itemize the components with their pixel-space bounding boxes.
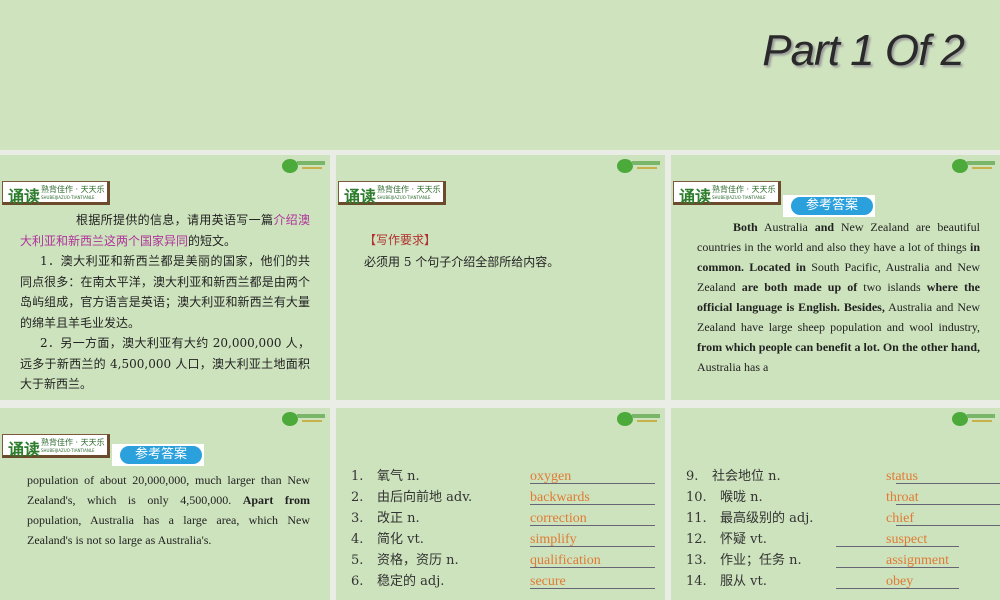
vocab-number: 5.	[351, 553, 364, 568]
vocab-chinese: 最高级别的 adj.	[720, 511, 814, 526]
logo-icon	[952, 412, 996, 426]
vocab-number: 1.	[351, 469, 364, 484]
slide-grid: 诵读 熟背佳作 · 天天乐 SHUBEIJIAZUO·TIANTIANLE 根据所提…	[0, 150, 1000, 600]
vocab-chinese: 简化 vt.	[377, 532, 424, 547]
vocab-row: 5. 资格，资历 n. qualification	[351, 550, 661, 571]
vocab-row: 14. 服从 vt. obey	[686, 571, 996, 592]
slide-thumb-2[interactable]: 诵读 熟背佳作 · 天天乐 SHUBEIJIAZUO·TIANTIANLE 【写作要…	[336, 155, 665, 400]
vocab-chinese: 社会地位 n.	[712, 469, 781, 484]
answer-paragraph: Both Australia and New Zealand are beaut…	[697, 217, 980, 377]
vocab-answer: correction	[530, 511, 587, 526]
slide-thumb-6[interactable]: 9. 社会地位 n. status 10. 喉咙 n. throat 11. 最高级别的 ad…	[671, 408, 1000, 600]
vocab-answer: suspect	[886, 532, 928, 547]
vocab-row: 2. 由后向前地 adv. backwards	[351, 487, 661, 508]
vocab-answer: simplify	[530, 532, 577, 547]
vocab-answer: backwards	[530, 490, 590, 505]
text-segment: Australia has a	[697, 360, 769, 374]
logo-icon	[282, 412, 326, 426]
bold-phrase: Both	[733, 220, 758, 234]
bold-phrase: are both made up of	[741, 280, 858, 294]
reference-answer-label: 参考答案	[783, 195, 875, 217]
logo-icon	[617, 159, 661, 173]
requirement-heading: 【写作要求】	[364, 233, 437, 247]
bold-phrase: Apart from	[242, 493, 310, 507]
vocab-row: 11. 最高级别的 adj. chief	[686, 508, 1000, 529]
task-description: 根据所提供的信息，请用英语写一篇介绍澳大利亚和新西兰这两个国家异同的短文。 1．…	[20, 213, 310, 391]
vocab-row: 13. 作业；任务 n. assignment	[686, 550, 996, 571]
vocab-answer: throat	[886, 490, 919, 505]
vocab-row: 4. 简化 vt. simplify	[351, 529, 661, 550]
vocab-row: 6. 稳定的 adj. secure	[351, 571, 661, 592]
vocab-chinese: 服从 vt.	[720, 574, 767, 589]
logo-icon	[617, 412, 661, 426]
logo-icon	[952, 159, 996, 173]
text-segment: Australia	[757, 220, 815, 234]
vocab-number: 9.	[686, 469, 699, 484]
vocab-number: 4.	[351, 532, 364, 547]
vocab-answer: status	[886, 469, 918, 484]
vocab-answer: chief	[886, 511, 914, 526]
recite-badge: 诵读 熟背佳作 · 天天乐 SHUBEIJIAZUO·TIANTIANLE	[2, 181, 110, 206]
slide-thumb-4[interactable]: 诵读 熟背佳作 · 天天乐 SHUBEIJIAZUO·TIANTIANLE 参考答案…	[0, 408, 330, 600]
recite-badge: 诵读 熟背佳作 · 天天乐 SHUBEIJIAZUO·TIANTIANLE	[2, 434, 110, 459]
vocab-number: 3.	[351, 511, 364, 526]
vocab-number: 11.	[686, 511, 707, 526]
vocab-list-right: 9. 社会地位 n. status 10. 喉咙 n. throat 11. 最高级别的 ad…	[686, 466, 1000, 592]
requirement-text: 必须用 5 个句子介绍全部所给内容。	[364, 255, 560, 269]
vocab-row: 12. 怀疑 vt. suspect	[686, 529, 996, 550]
vocab-row: 1. 氧气 n. oxygen	[351, 466, 661, 487]
vocab-chinese: 喉咙 n.	[720, 490, 763, 505]
vocab-chinese: 资格，资历 n.	[377, 553, 459, 568]
vocab-chinese: 作业；任务 n.	[720, 553, 802, 568]
vocab-chinese: 稳定的 adj.	[377, 574, 445, 589]
slide-thumb-5[interactable]: 1. 氧气 n. oxygen 2. 由后向前地 adv. backwards 3. 改正 n…	[336, 408, 665, 600]
vocab-row: 9. 社会地位 n. status	[686, 466, 1000, 487]
vocab-answer: oxygen	[530, 469, 572, 484]
vocab-number: 13.	[686, 553, 707, 568]
bold-phrase: from which people can benefit a lot. On …	[697, 340, 980, 354]
text-segment: two islands	[857, 280, 927, 294]
slide-title: Part 1 Of 2	[762, 26, 965, 75]
vocab-answer: assignment	[886, 553, 949, 568]
answer-paragraph: population of about 20,000,000, much lar…	[27, 470, 310, 550]
vocab-row: 10. 喉咙 n. throat	[686, 487, 1000, 508]
vocab-number: 6.	[351, 574, 364, 589]
reference-answer-label: 参考答案	[112, 444, 204, 466]
logo-icon	[282, 159, 326, 173]
vocab-row: 3. 改正 n. correction	[351, 508, 661, 529]
text-segment: population, Australia has a large area, …	[27, 513, 310, 547]
slide-header: Part 1 Of 2	[0, 0, 1000, 150]
vocab-list-left: 1. 氧气 n. oxygen 2. 由后向前地 adv. backwards 3. 改正 n…	[351, 466, 661, 592]
recite-badge: 诵读 熟背佳作 · 天天乐 SHUBEIJIAZUO·TIANTIANLE	[673, 181, 781, 206]
vocab-answer: obey	[886, 574, 914, 589]
slide-thumb-1[interactable]: 诵读 熟背佳作 · 天天乐 SHUBEIJIAZUO·TIANTIANLE 根据所提…	[0, 155, 330, 400]
vocab-answer: secure	[530, 574, 566, 589]
recite-badge: 诵读 熟背佳作 · 天天乐 SHUBEIJIAZUO·TIANTIANLE	[338, 181, 446, 206]
vocab-number: 12.	[686, 532, 707, 547]
bold-phrase: and	[814, 220, 835, 234]
vocab-answer: qualification	[530, 553, 601, 568]
vocab-number: 10.	[686, 490, 707, 505]
vocab-chinese: 改正 n.	[377, 511, 420, 526]
vocab-number: 14.	[686, 574, 707, 589]
vocab-chinese: 由后向前地 adv.	[377, 490, 473, 505]
vocab-number: 2.	[351, 490, 364, 505]
vocab-chinese: 怀疑 vt.	[720, 532, 767, 547]
vocab-chinese: 氧气 n.	[377, 469, 420, 484]
slide-thumb-3[interactable]: 诵读 熟背佳作 · 天天乐 SHUBEIJIAZUO·TIANTIANLE 参考答案…	[671, 155, 1000, 400]
